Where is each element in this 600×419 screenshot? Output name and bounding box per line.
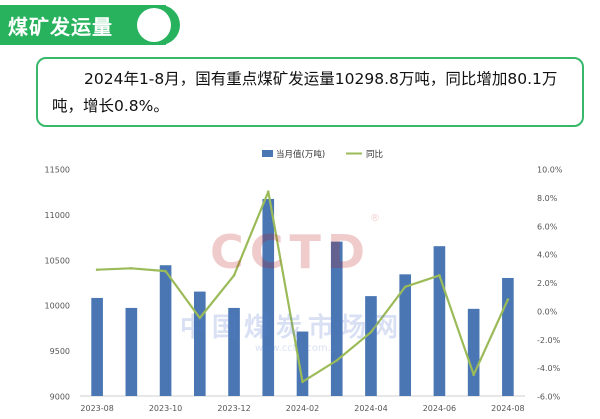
line-point bbox=[232, 274, 236, 277]
y-tick-label-left: 9500 bbox=[50, 347, 70, 356]
line-point bbox=[130, 267, 133, 270]
bar bbox=[125, 307, 138, 396]
y-tick-label-right: -2.0% bbox=[537, 336, 561, 345]
line-point bbox=[266, 190, 270, 193]
y-tick-label-right: 0.0% bbox=[537, 307, 558, 316]
bar bbox=[330, 241, 343, 396]
x-tick-label: 2024-06 bbox=[423, 404, 456, 413]
y-tick-label-right: 4.0% bbox=[537, 251, 558, 260]
y-tick-label-right: 10.0% bbox=[537, 166, 563, 175]
line-point bbox=[198, 316, 202, 320]
y-tick-label-left: 9000 bbox=[50, 393, 70, 402]
line-point bbox=[164, 269, 167, 273]
bar bbox=[193, 291, 206, 396]
line-point bbox=[301, 380, 304, 384]
bar bbox=[433, 246, 446, 396]
x-tick-label: 2023-10 bbox=[149, 404, 182, 413]
y-tick-label-left: 10500 bbox=[45, 256, 70, 265]
x-tick-label: 2023-08 bbox=[80, 404, 113, 413]
y-tick-label-right: 2.0% bbox=[537, 279, 558, 288]
y-tick-label-right: -6.0% bbox=[537, 393, 561, 402]
chart: 9000 9500 10000 10500 11000 11500 -6.0% -4.0% -2… bbox=[45, 149, 563, 413]
y-tick-label-left: 10000 bbox=[45, 302, 70, 311]
summary-text: 2024年1-8月，国有重点煤矿发运量10298.8万吨，同比增加80.1万吨，… bbox=[52, 70, 558, 115]
line-point bbox=[95, 268, 99, 272]
line-point bbox=[438, 274, 441, 277]
section-title: 煤矿发运量 bbox=[8, 15, 113, 39]
header-circle-icon bbox=[137, 8, 171, 42]
legend-line-label: 同比 bbox=[366, 149, 383, 160]
bar bbox=[502, 277, 514, 396]
x-tick-label: 2024-08 bbox=[491, 404, 524, 413]
y-tick-label-right: -4.0% bbox=[537, 364, 561, 373]
x-tick-label: 2024-02 bbox=[286, 404, 319, 413]
line-point bbox=[403, 285, 407, 289]
y-tick-label-left: 11000 bbox=[45, 211, 70, 220]
bar bbox=[159, 265, 172, 396]
line-point bbox=[369, 330, 373, 334]
bar bbox=[262, 198, 275, 396]
section-header: 煤矿发运量 bbox=[0, 0, 600, 50]
summary-box: 2024年1-8月，国有重点煤矿发运量10298.8万吨，同比增加80.1万吨，… bbox=[36, 57, 584, 127]
x-tick-label: 2024-04 bbox=[354, 404, 387, 413]
bar bbox=[91, 297, 103, 396]
y-tick-label-left: 11500 bbox=[45, 166, 70, 175]
y-tick-label-right: 8.0% bbox=[537, 194, 558, 203]
legend-bar-label: 当月值(万吨) bbox=[276, 149, 325, 160]
line-point bbox=[506, 298, 510, 301]
legend-bar-swatch bbox=[262, 150, 273, 157]
y-tick-label-right: 6.0% bbox=[537, 222, 558, 231]
bar bbox=[365, 296, 377, 396]
line-point bbox=[472, 373, 475, 377]
bar bbox=[228, 307, 240, 396]
x-tick-label: 2023-12 bbox=[217, 404, 250, 413]
bar bbox=[467, 308, 480, 396]
line-point bbox=[335, 359, 339, 362]
